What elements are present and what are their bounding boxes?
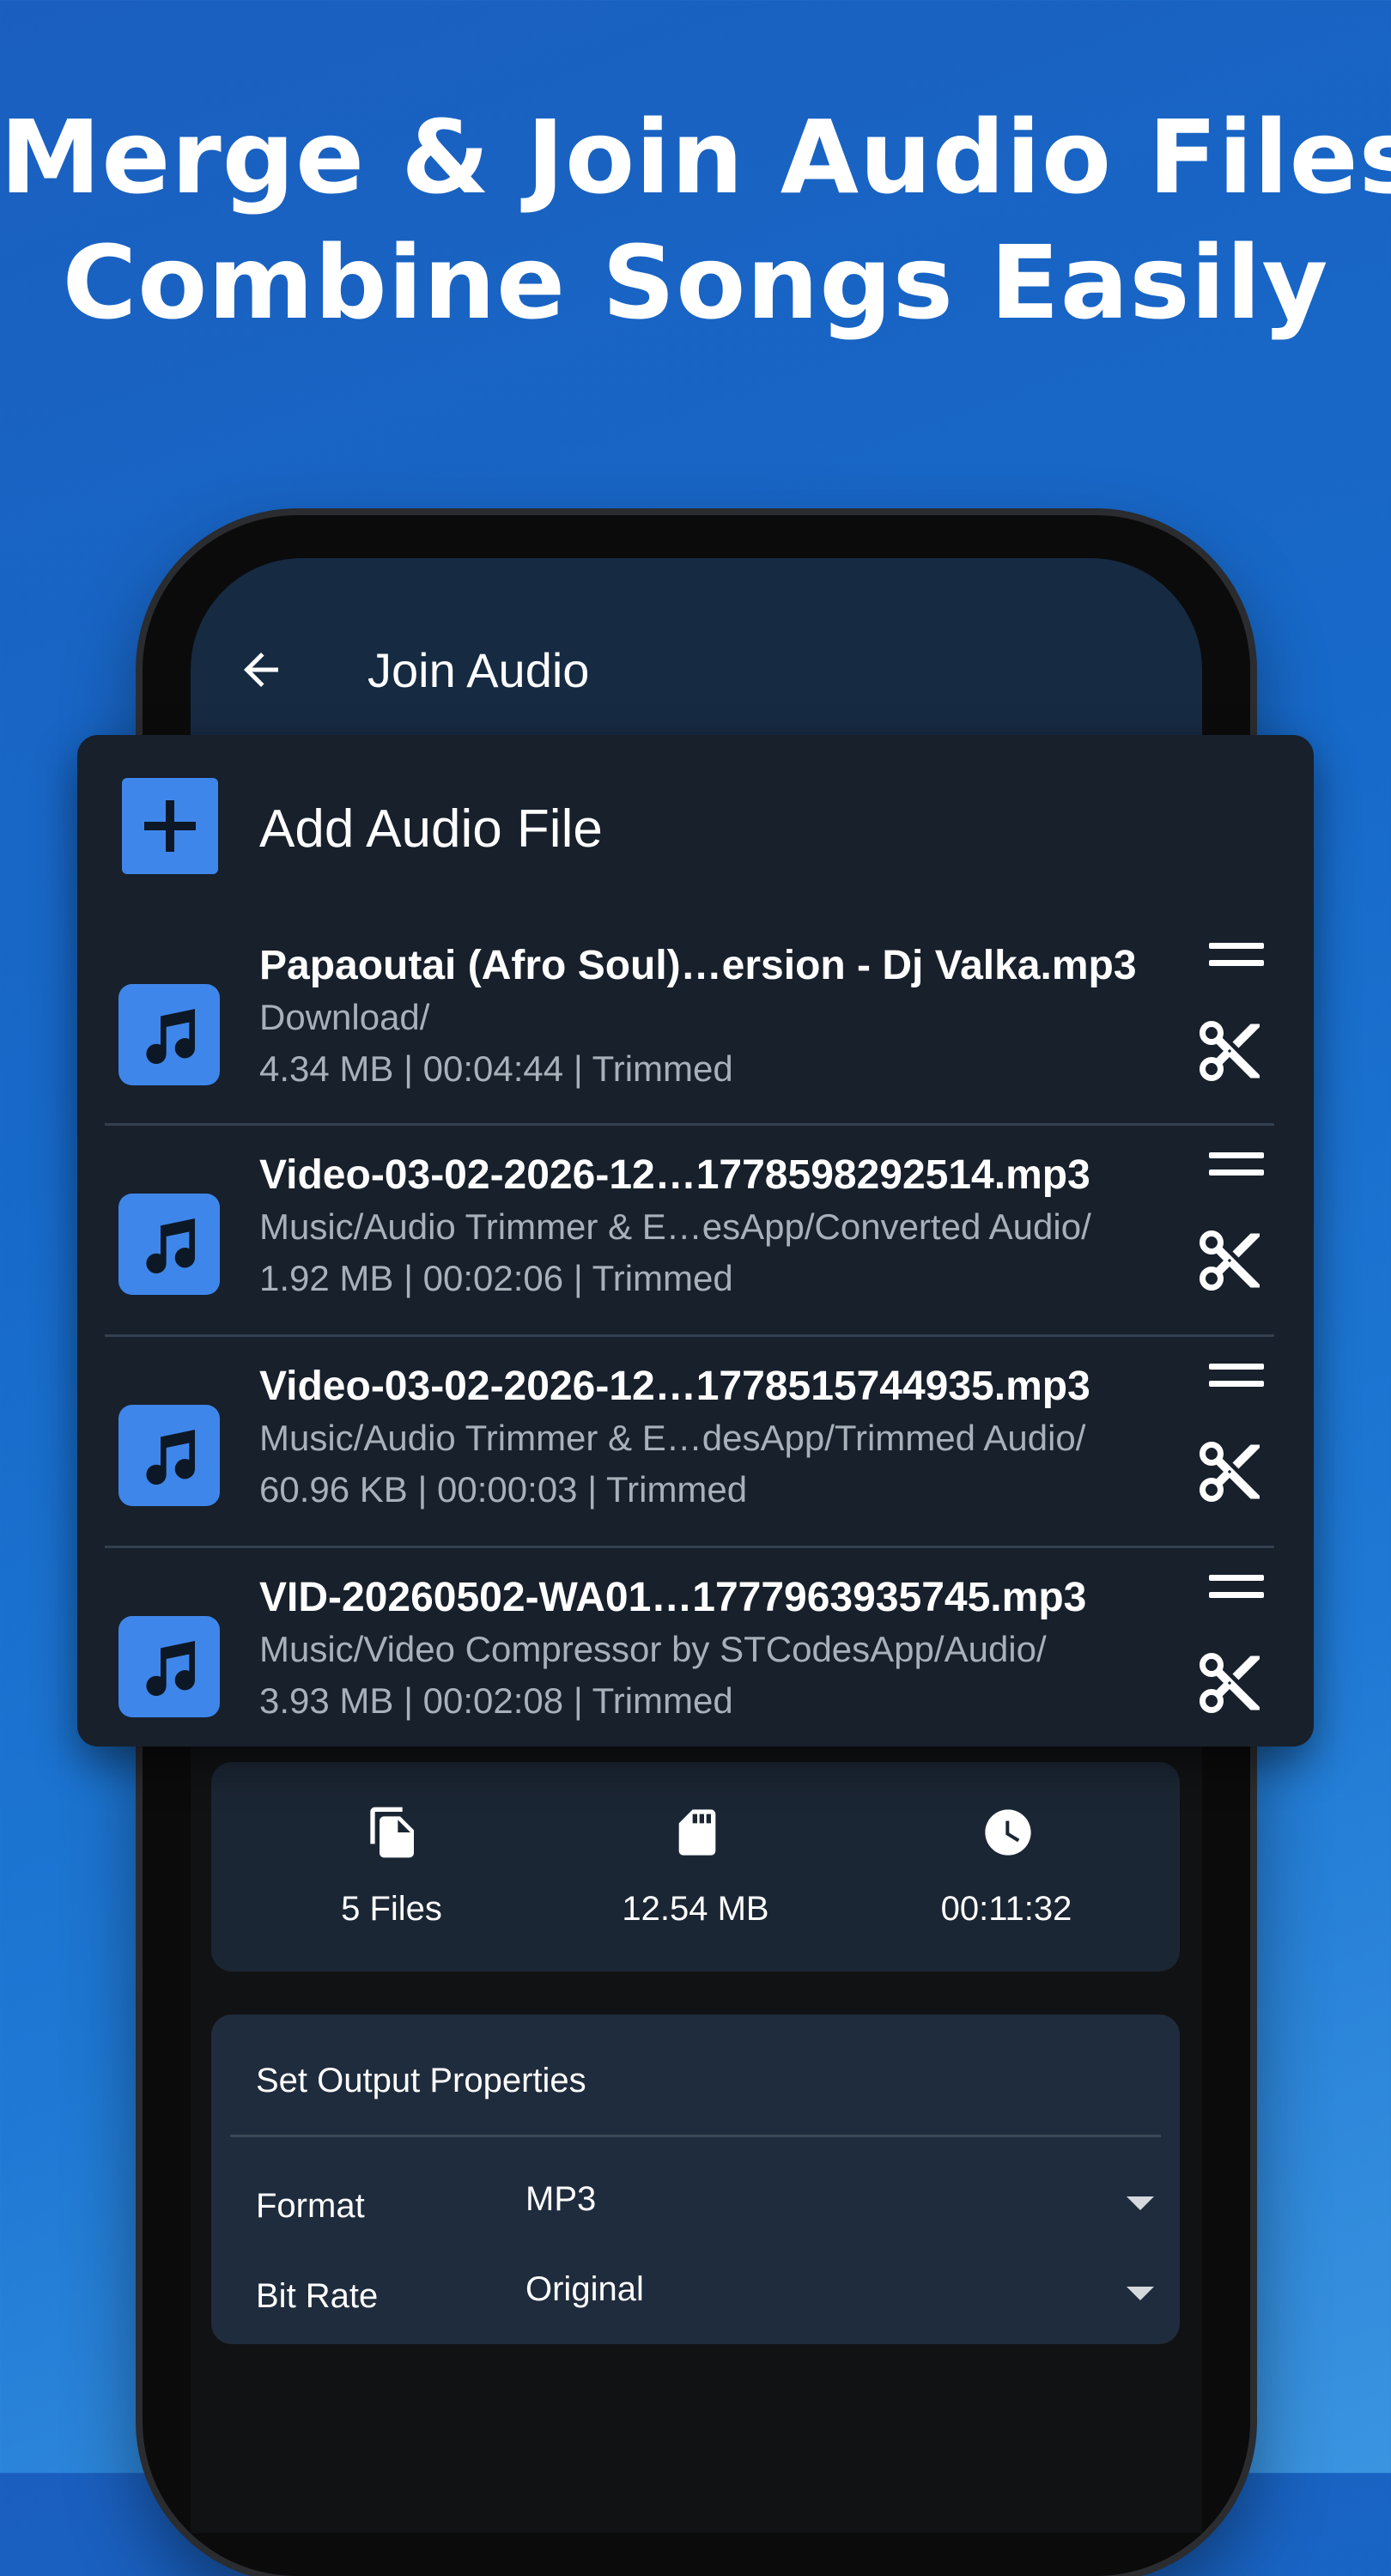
stat-size: 12.54 MB xyxy=(541,1762,850,1971)
stat-files-label: 5 Files xyxy=(341,1890,442,1928)
file-name: VID-20260502-WA01…1777963935745.mp3 xyxy=(259,1575,1087,1620)
music-note-icon xyxy=(118,1405,220,1506)
stat-size-label: 12.54 MB xyxy=(622,1890,769,1928)
dropdown-caret-icon[interactable] xyxy=(1127,2287,1154,2300)
music-note-icon xyxy=(118,984,220,1085)
page-title: Join Audio xyxy=(367,643,590,697)
file-name: Video-03-02-2026-12…1778598292514.mp3 xyxy=(259,1152,1090,1198)
drag-handle-icon[interactable] xyxy=(1209,1364,1264,1388)
add-audio-file-button[interactable]: Add Audio File xyxy=(77,735,1314,924)
bitrate-label: Bit Rate xyxy=(256,2277,379,2315)
file-meta: 3.93 MB | 00:02:08 | Trimmed xyxy=(259,1680,733,1721)
add-audio-file-label[interactable]: Add Audio File xyxy=(259,799,603,860)
file-path: Music/Video Compressor by STCodesApp/Aud… xyxy=(259,1629,1047,1669)
file-meta: 60.96 KB | 00:00:03 | Trimmed xyxy=(259,1469,748,1510)
app-bar: Join Audio xyxy=(191,558,1202,747)
stat-files: 5 Files xyxy=(237,1762,546,1971)
scissors-icon[interactable] xyxy=(1194,1015,1266,1087)
bitrate-select[interactable]: Bit Rate Original xyxy=(211,2257,1180,2335)
clock-icon xyxy=(985,1809,1031,1856)
headline-line-1: Merge & Join Audio Files xyxy=(0,98,1391,216)
file-name: Video-03-02-2026-12…1778515744935.mp3 xyxy=(259,1364,1090,1409)
headline-line-2: Combine Songs Easily xyxy=(62,223,1329,342)
file-path: Music/Audio Trimmer & E…esApp/Converted … xyxy=(259,1206,1091,1247)
arrow-left-icon[interactable] xyxy=(235,644,287,696)
plus-icon[interactable] xyxy=(122,778,218,874)
dropdown-caret-icon[interactable] xyxy=(1127,2196,1154,2210)
stat-duration-label: 00:11:32 xyxy=(940,1890,1072,1928)
scissors-icon[interactable] xyxy=(1194,1647,1266,1719)
audio-files-card: Add Audio File Papaoutai (Afro Soul)…ers… xyxy=(77,735,1314,1747)
file-meta: 4.34 MB | 00:04:44 | Trimmed xyxy=(259,1048,733,1089)
format-value[interactable]: MP3 xyxy=(525,2178,596,2221)
output-properties-panel: Set Output Properties Format MP3 Bit Rat… xyxy=(211,2014,1180,2344)
file-path: Download/ xyxy=(259,997,430,1037)
scissors-icon[interactable] xyxy=(1194,1436,1266,1508)
list-item[interactable]: Video-03-02-2026-12…1778515744935.mp3 Mu… xyxy=(77,1346,1314,1558)
divider xyxy=(105,1123,1274,1126)
drag-handle-icon[interactable] xyxy=(1209,1575,1264,1599)
summary-stats: 5 Files 12.54 MB 00:11:32 xyxy=(211,1762,1180,1971)
music-note-icon xyxy=(118,1194,220,1295)
bitrate-value[interactable]: Original xyxy=(525,2268,644,2311)
music-note-icon xyxy=(118,1616,220,1717)
headline: Merge & Join Audio Files Combine Songs E… xyxy=(0,94,1391,345)
sd-card-icon xyxy=(678,1809,716,1856)
divider xyxy=(105,1334,1274,1337)
list-item[interactable]: Papaoutai (Afro Soul)…ersion - Dj Valka.… xyxy=(77,924,1314,1135)
divider xyxy=(230,2135,1161,2137)
file-path: Music/Audio Trimmer & E…desApp/Trimmed A… xyxy=(259,1418,1086,1458)
list-item[interactable]: VID-20260502-WA01…1777963935745.mp3 Musi… xyxy=(77,1558,1314,1747)
drag-handle-icon[interactable] xyxy=(1209,943,1264,967)
scissors-icon[interactable] xyxy=(1194,1224,1266,1297)
drag-handle-icon[interactable] xyxy=(1209,1152,1264,1176)
files-icon xyxy=(370,1807,414,1858)
output-properties-title: Set Output Properties xyxy=(256,2062,586,2099)
file-name: Papaoutai (Afro Soul)…ersion - Dj Valka.… xyxy=(259,943,1137,988)
stat-duration: 00:11:32 xyxy=(852,1762,1161,1971)
list-item[interactable]: Video-03-02-2026-12…1778598292514.mp3 Mu… xyxy=(77,1135,1314,1346)
divider xyxy=(105,1546,1274,1548)
format-label: Format xyxy=(256,2187,365,2225)
file-meta: 1.92 MB | 00:02:06 | Trimmed xyxy=(259,1258,733,1298)
format-select[interactable]: Format MP3 xyxy=(211,2167,1180,2245)
